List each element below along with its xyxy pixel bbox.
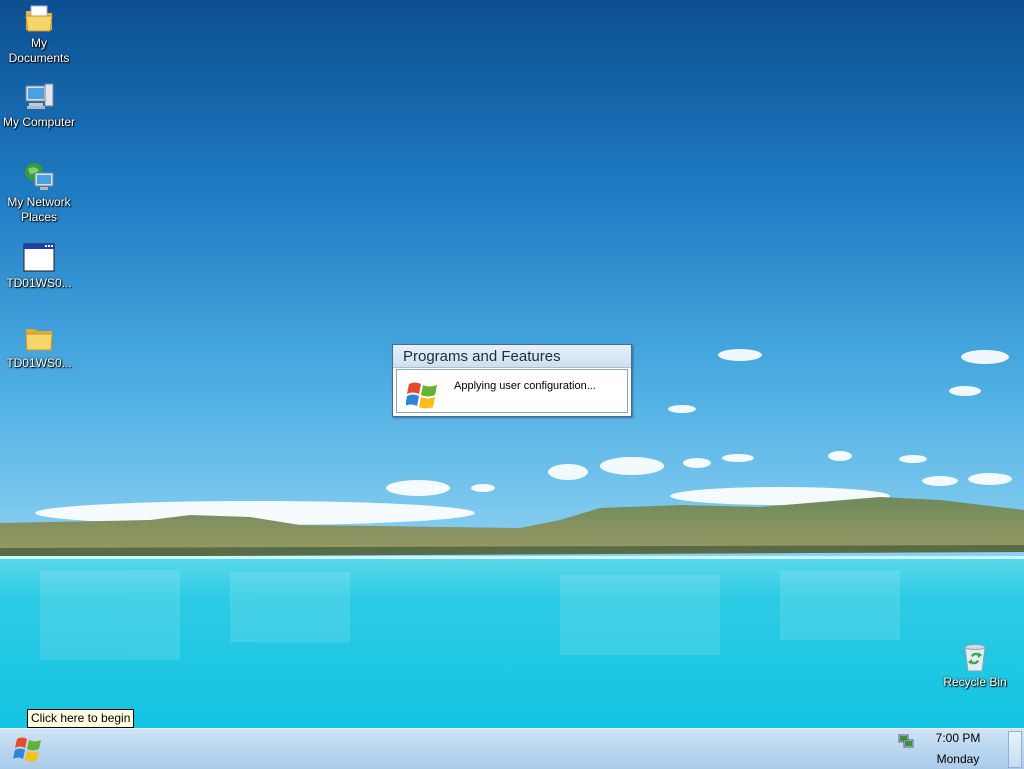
clock-time[interactable]: 7:00 PM — [928, 731, 988, 745]
desktop-icon-label: My Network — [7, 195, 71, 209]
desktop-icon-label: My Computer — [2, 115, 76, 129]
desktop-icon-recycle-bin[interactable]: Recycle Bin — [936, 641, 1014, 690]
application-window-icon — [23, 242, 55, 274]
desktop-icon-label: Recycle Bin — [943, 675, 1007, 689]
network-places-icon — [23, 161, 55, 193]
desktop-icon-my-documents[interactable]: My Documents — [0, 2, 78, 66]
start-tooltip: Click here to begin — [27, 709, 135, 728]
programs-and-features-dialog[interactable]: Programs and Features Applying user conf… — [392, 344, 632, 417]
desktop-icon-td01ws0-app[interactable]: TD01WS0... — [0, 242, 78, 291]
dialog-title: Programs and Features — [393, 345, 631, 368]
windows-logo-icon — [405, 380, 440, 412]
desktop-icon-label: Places — [20, 210, 58, 224]
system-tray: 7:00 PM Monday — [896, 729, 1008, 769]
start-button[interactable] — [13, 735, 47, 765]
desktop-icon-my-computer[interactable]: My Computer — [0, 81, 78, 130]
desktop-icon-label: TD01WS0... — [6, 356, 72, 370]
documents-folder-icon — [23, 2, 55, 34]
desktop-icon-label: Documents — [8, 51, 70, 65]
computer-icon — [23, 81, 55, 113]
desktop-icon-label: My — [31, 36, 47, 50]
desktop-icon-my-network-places[interactable]: My Network Places — [0, 161, 78, 225]
taskbar: 7:00 PM Monday — [0, 728, 1024, 769]
folder-icon — [23, 322, 55, 354]
recycle-bin-icon — [959, 641, 991, 673]
desktop-icon-label: TD01WS0... — [6, 276, 72, 290]
dialog-body: Applying user configuration... — [396, 369, 628, 413]
windows-start-icon — [13, 737, 45, 767]
show-desktop-button[interactable] — [1008, 731, 1022, 768]
desktop-icon-td01ws0-folder[interactable]: TD01WS0... — [0, 322, 78, 371]
clock-day[interactable]: Monday — [928, 752, 988, 766]
network-status-icon[interactable] — [898, 732, 914, 748]
dialog-message: Applying user configuration... — [454, 380, 596, 392]
